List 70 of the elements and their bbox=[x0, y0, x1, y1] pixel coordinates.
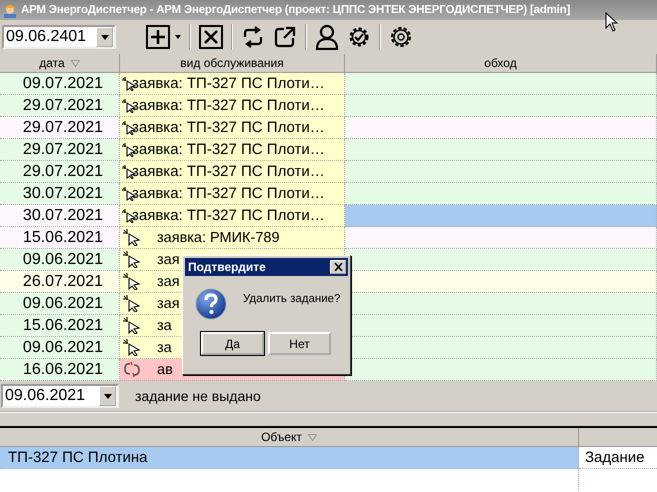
broken-link-icon bbox=[123, 361, 141, 378]
sort-icon bbox=[308, 434, 317, 440]
gear-check-icon[interactable] bbox=[347, 25, 371, 49]
column-header[interactable]: Объект bbox=[0, 428, 579, 447]
add-icon[interactable] bbox=[146, 25, 170, 49]
date-cell: 29.07.2021 bbox=[0, 139, 120, 161]
dropdown-button[interactable] bbox=[99, 386, 116, 406]
external-link-icon[interactable] bbox=[273, 25, 297, 49]
date-cell: 29.07.2021 bbox=[0, 117, 120, 139]
service-type-text: за bbox=[157, 318, 172, 334]
date-cell: 09.06.2021 bbox=[0, 249, 120, 271]
service-type-text: заявка: ТП-327 ПС Плоти… bbox=[132, 75, 325, 92]
date-cell: 09.06.2021 bbox=[0, 293, 120, 315]
column-header[interactable]: вид обслуживания bbox=[120, 54, 345, 73]
pointer-sparkle-icon bbox=[123, 317, 141, 334]
caret-icon bbox=[100, 34, 108, 40]
question-icon bbox=[195, 288, 227, 320]
caret-icon bbox=[104, 394, 112, 398]
sort-icon bbox=[70, 60, 80, 66]
window-title: АРМ ЭнергоДиспетчер - АРМ ЭнергоДиспетчер (проект: ЦППС ЭНТЕК ЭНЕРГОДИСПЕТЧЕР) [admin] bbox=[21, 4, 570, 16]
service-type-text: зая bbox=[157, 274, 180, 290]
date-cell: 16.06.2021 bbox=[0, 359, 120, 381]
date-cell: 26.07.2021 bbox=[0, 271, 120, 293]
service-type-text: заявка: ТП-327 ПС Плоти… bbox=[132, 163, 325, 180]
close-icon bbox=[334, 263, 342, 271]
date-value: 09.06.2401 bbox=[5, 28, 86, 46]
dropdown-button[interactable] bbox=[96, 27, 113, 47]
date-cell: 09.07.2021 bbox=[0, 73, 120, 95]
column-header[interactable]: обход bbox=[345, 54, 657, 73]
pointer-sparkle-icon bbox=[123, 229, 141, 246]
service-type-text: заявка: ТП-327 ПС Плоти… bbox=[132, 185, 325, 202]
dialog-message: Удалить задание? bbox=[243, 293, 340, 305]
service-type-text: заявка: ТП-327 ПС Плоти… bbox=[132, 141, 325, 158]
date-cell: 09.06.2021 bbox=[0, 337, 120, 359]
date-cell: 29.07.2021 bbox=[0, 161, 120, 183]
service-type-text: заявка: ТП-327 ПС Плоти… bbox=[132, 119, 325, 136]
mouse-cursor-icon bbox=[605, 12, 618, 32]
pointer-sparkle-icon bbox=[123, 251, 141, 268]
date-cell: 29.07.2021 bbox=[0, 95, 120, 117]
service-type-text: зая bbox=[157, 296, 180, 312]
settings-icon[interactable] bbox=[389, 25, 413, 49]
date-combo[interactable]: 09.06.2021 bbox=[1, 384, 119, 408]
pointer-sparkle-icon bbox=[123, 339, 141, 356]
task-status: задание не выдано bbox=[135, 388, 261, 404]
service-type-text: заявка: ТП-327 ПС Плоти… bbox=[132, 97, 325, 114]
pointer-sparkle-icon bbox=[123, 273, 141, 290]
service-type-text: заявка: ТП-327 ПС Плоти… bbox=[132, 207, 325, 224]
dialog-title: Подтвердите bbox=[188, 260, 266, 274]
date-cell: 15.06.2021 bbox=[0, 227, 120, 249]
refresh-icon[interactable] bbox=[241, 25, 265, 49]
service-type-text: ав bbox=[157, 362, 173, 378]
date-value: 09.06.2021 bbox=[4, 387, 86, 405]
task-cell: Задание bbox=[579, 447, 657, 469]
close-button[interactable] bbox=[330, 260, 346, 274]
worker-icon bbox=[2, 2, 18, 18]
delete-icon[interactable] bbox=[199, 25, 223, 49]
object-cell: ТП-327 ПС Плотина bbox=[0, 447, 579, 469]
user-icon[interactable] bbox=[315, 24, 339, 50]
date-cell: 30.07.2021 bbox=[0, 183, 120, 205]
yes-button[interactable]: Да bbox=[201, 332, 264, 355]
date-cell: 15.06.2021 bbox=[0, 315, 120, 337]
column-header[interactable]: дата bbox=[0, 54, 120, 73]
caret-icon[interactable] bbox=[175, 35, 181, 39]
no-button[interactable]: Нет bbox=[268, 332, 331, 355]
date-combo[interactable]: 09.06.2401 bbox=[2, 25, 116, 49]
date-cell: 30.07.2021 bbox=[0, 205, 120, 227]
service-type-text: заявка: РМИК-789 bbox=[157, 230, 280, 246]
service-type-text: за bbox=[157, 340, 172, 356]
pointer-sparkle-icon bbox=[123, 295, 141, 312]
service-type-text: зая bbox=[157, 252, 180, 268]
